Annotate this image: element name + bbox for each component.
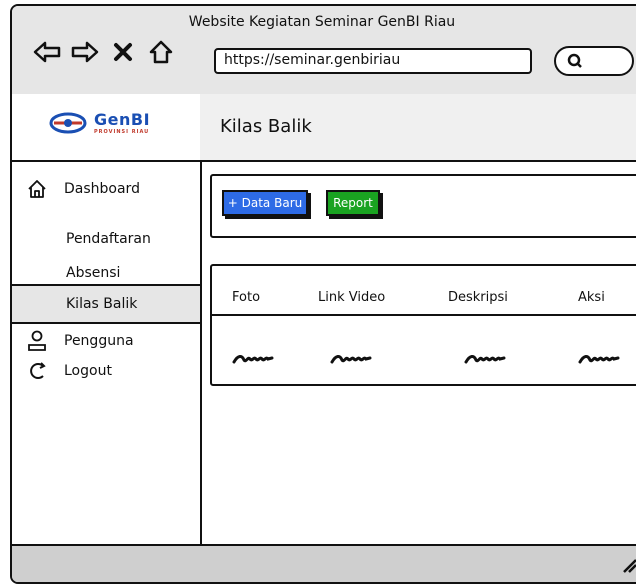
page-title: Kilas Balik bbox=[220, 116, 312, 137]
sidebar-item-label: Kilas Balik bbox=[66, 296, 138, 312]
add-data-button[interactable]: + Data Baru bbox=[222, 190, 308, 216]
report-button[interactable]: Report bbox=[326, 190, 380, 216]
column-header-deskripsi: Deskripsi bbox=[448, 290, 508, 305]
logo-brand: GenBI bbox=[94, 110, 151, 129]
sidebar-item-logout[interactable]: Logout bbox=[12, 354, 200, 388]
placeholder-scribble bbox=[464, 350, 506, 369]
search-icon bbox=[566, 52, 584, 74]
sidebar-item-kilas-balik[interactable]: Kilas Balik bbox=[12, 284, 200, 324]
sidebar: GenBI PROVINSI RIAU Dashboard Pendaftara… bbox=[12, 94, 202, 544]
url-bar[interactable]: https://seminar.genbiriau bbox=[214, 48, 532, 74]
browser-search-button[interactable] bbox=[554, 46, 634, 76]
forward-icon[interactable] bbox=[70, 37, 100, 67]
genbi-logo: GenBI PROVINSI RIAU bbox=[48, 110, 150, 135]
back-icon[interactable] bbox=[32, 37, 62, 67]
sidebar-item-label: Logout bbox=[64, 363, 112, 379]
action-toolbar: + Data Baru Report bbox=[210, 174, 636, 238]
home-icon bbox=[22, 179, 52, 199]
column-header-link-video: Link Video bbox=[318, 290, 386, 305]
sidebar-item-pengguna[interactable]: Pengguna bbox=[12, 324, 200, 358]
table-header-divider bbox=[212, 314, 636, 316]
browser-window: Website Kegiatan Seminar GenBI Riau http… bbox=[10, 4, 636, 584]
placeholder-scribble bbox=[232, 350, 274, 369]
logout-icon bbox=[22, 361, 52, 381]
browser-titlebar: Website Kegiatan Seminar GenBI Riau http… bbox=[12, 6, 636, 96]
sidebar-item-dashboard[interactable]: Dashboard bbox=[12, 172, 200, 206]
browser-nav bbox=[32, 36, 176, 68]
resize-handle-icon[interactable] bbox=[620, 556, 636, 578]
user-icon bbox=[22, 330, 52, 352]
logo-mark-icon bbox=[49, 112, 87, 133]
logo-subtitle: PROVINSI RIAU bbox=[94, 129, 150, 135]
placeholder-scribble bbox=[578, 350, 620, 369]
sidebar-item-label: Pendaftaran bbox=[66, 231, 151, 247]
sidebar-item-pendaftaran[interactable]: Pendaftaran bbox=[12, 222, 200, 256]
data-table: Foto Link Video Deskripsi Aksi bbox=[210, 264, 636, 386]
divider bbox=[12, 160, 200, 162]
column-header-foto: Foto bbox=[232, 290, 261, 305]
page-header: Kilas Balik bbox=[200, 94, 636, 162]
home-nav-icon[interactable] bbox=[146, 37, 176, 67]
window-title: Website Kegiatan Seminar GenBI Riau bbox=[188, 14, 456, 30]
sidebar-item-label: Absensi bbox=[66, 265, 121, 281]
status-bar bbox=[12, 544, 636, 582]
sidebar-item-label: Dashboard bbox=[64, 181, 140, 197]
column-header-aksi: Aksi bbox=[578, 290, 605, 305]
close-icon[interactable] bbox=[108, 37, 138, 67]
placeholder-scribble bbox=[330, 350, 372, 369]
sidebar-item-label: Pengguna bbox=[64, 333, 134, 349]
